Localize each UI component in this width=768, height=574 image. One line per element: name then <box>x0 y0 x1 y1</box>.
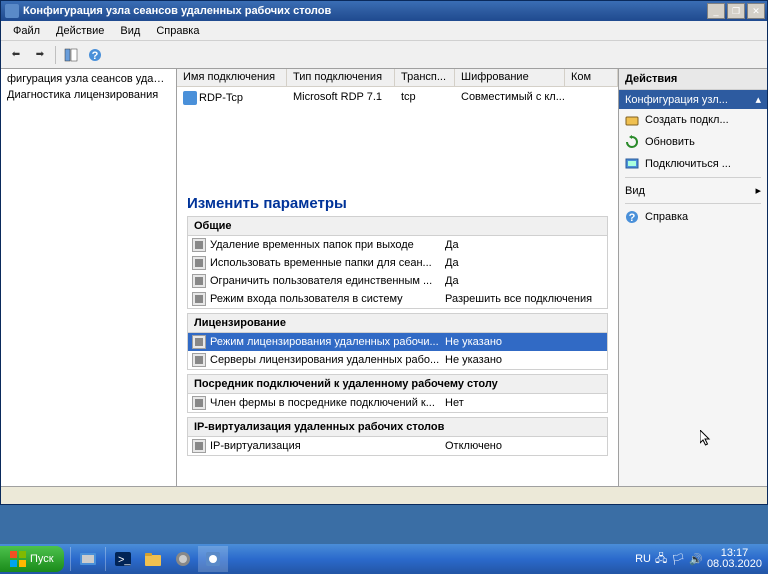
setting-icon <box>192 274 206 288</box>
section-licensing: Лицензирование Режим лицензирования удал… <box>187 313 608 370</box>
setting-ip-virtualization[interactable]: IP-виртуализацияОтключено <box>188 437 607 455</box>
section-general-header: Общие <box>188 217 607 236</box>
svg-text:?: ? <box>92 50 99 62</box>
action-view[interactable]: Вид▸ <box>619 180 767 201</box>
minimize-button[interactable]: _ <box>707 3 725 19</box>
conn-encryption: Совместимый с кл... <box>455 89 618 107</box>
desktop[interactable] <box>0 505 768 544</box>
connection-icon <box>183 91 197 105</box>
menu-view[interactable]: Вид <box>112 23 148 39</box>
menu-help[interactable]: Справка <box>148 23 207 39</box>
tree-item-licensing[interactable]: Диагностика лицензирования <box>3 87 174 103</box>
refresh-icon <box>625 135 639 149</box>
help-icon: ? <box>625 210 639 224</box>
setting-restrict-user[interactable]: Ограничить пользователя единственным ...… <box>188 272 607 290</box>
section-broker-header: Посредник подключений к удаленному рабоч… <box>188 375 607 394</box>
setting-icon <box>192 396 206 410</box>
show-hide-button[interactable] <box>60 44 82 66</box>
svg-text:>_: >_ <box>118 554 131 566</box>
language-indicator[interactable]: RU <box>635 553 651 565</box>
col-type[interactable]: Тип подключения <box>287 69 395 86</box>
tree-pane: фигурация узла сеансов удаленны Диагност… <box>1 69 177 504</box>
maximize-button[interactable]: ❐ <box>727 3 745 19</box>
section-broker: Посредник подключений к удаленному рабоч… <box>187 374 608 413</box>
windows-logo-icon <box>10 551 26 567</box>
menu-file[interactable]: Файл <box>5 23 48 39</box>
col-encryption[interactable]: Шифрование <box>455 69 565 86</box>
conn-type: Microsoft RDP 7.1 <box>287 89 395 107</box>
setting-farm-member[interactable]: Член фермы в посреднике подключений к...… <box>188 394 607 412</box>
svg-text:?: ? <box>629 212 636 224</box>
actions-context[interactable]: Конфигурация узл...▴ <box>619 90 767 109</box>
statusbar <box>1 486 767 504</box>
action-refresh[interactable]: Обновить <box>619 131 767 153</box>
connections-header: Имя подключения Тип подключения Трансп..… <box>177 69 618 87</box>
setting-icon <box>192 292 206 306</box>
section-ipvirt-header: IP-виртуализация удаленных рабочих столо… <box>188 418 607 437</box>
create-connection-icon <box>625 113 639 127</box>
taskbar: Пуск >_ RU 🖧 🏳 🔊 13:17 08.03.2020 <box>0 544 768 574</box>
task-server-manager[interactable] <box>73 546 103 572</box>
window-title: Конфигурация узла сеансов удаленных рабо… <box>23 5 707 17</box>
tray-icon-3[interactable]: 🔊 <box>689 553 703 566</box>
clock[interactable]: 13:17 08.03.2020 <box>707 548 762 570</box>
conn-transport: tcp <box>395 89 455 107</box>
actions-pane: Действия Конфигурация узл...▴ Создать по… <box>619 69 767 504</box>
connection-row[interactable]: RDP-Tcp Microsoft RDP 7.1 tcp Совместимы… <box>177 87 618 109</box>
action-help[interactable]: ?Справка <box>619 206 767 228</box>
actions-header: Действия <box>619 69 767 90</box>
tray-icon-2[interactable]: 🏳 <box>671 553 685 566</box>
task-powershell[interactable]: >_ <box>108 546 138 572</box>
section-ipvirt: IP-виртуализация удаленных рабочих столо… <box>187 417 608 456</box>
back-button[interactable]: ⬅ <box>5 44 27 66</box>
setting-icon <box>192 335 206 349</box>
center-pane: Имя подключения Тип подключения Трансп..… <box>177 69 619 504</box>
section-general: Общие Удаление временных папок при выход… <box>187 216 608 309</box>
col-com[interactable]: Ком <box>565 69 618 86</box>
settings-area: Изменить параметры Общие Удаление времен… <box>177 189 618 504</box>
col-name[interactable]: Имя подключения <box>177 69 287 86</box>
system-tray: RU 🖧 🏳 🔊 13:17 08.03.2020 <box>635 548 768 570</box>
menubar: Файл Действие Вид Справка <box>1 21 767 41</box>
action-create-connection[interactable]: Создать подкл... <box>619 109 767 131</box>
setting-temp-delete[interactable]: Удаление временных папок при выходеДа <box>188 236 607 254</box>
main-window: Конфигурация узла сеансов удаленных рабо… <box>0 0 768 505</box>
setting-temp-use[interactable]: Использовать временные папки для сеан...… <box>188 254 607 272</box>
chevron-right-icon: ▸ <box>755 184 761 197</box>
setting-icon <box>192 238 206 252</box>
forward-button[interactable]: ➡ <box>29 44 51 66</box>
main-area: фигурация узла сеансов удаленны Диагност… <box>1 69 767 504</box>
task-rds-config[interactable] <box>198 546 228 572</box>
action-connect[interactable]: Подключиться ... <box>619 153 767 175</box>
col-transport[interactable]: Трансп... <box>395 69 455 86</box>
settings-title: Изменить параметры <box>187 195 608 212</box>
tray-icon-1[interactable]: 🖧 <box>655 550 667 569</box>
section-licensing-header: Лицензирование <box>188 314 607 333</box>
setting-icon <box>192 256 206 270</box>
toolbar: ⬅ ➡ ? <box>1 41 767 69</box>
conn-name: RDP-Tcp <box>199 92 243 104</box>
task-app1[interactable] <box>168 546 198 572</box>
close-button[interactable]: ✕ <box>747 3 765 19</box>
tree-item-config[interactable]: фигурация узла сеансов удаленны <box>3 71 174 87</box>
setting-licensing-mode[interactable]: Режим лицензирования удаленных рабочи...… <box>188 333 607 351</box>
setting-licensing-servers[interactable]: Серверы лицензирования удаленных рабо...… <box>188 351 607 369</box>
start-button[interactable]: Пуск <box>0 546 64 572</box>
task-explorer[interactable] <box>138 546 168 572</box>
app-icon <box>5 4 19 18</box>
setting-icon <box>192 439 206 453</box>
setting-icon <box>192 353 206 367</box>
menu-action[interactable]: Действие <box>48 23 112 39</box>
help-button[interactable]: ? <box>84 44 106 66</box>
titlebar[interactable]: Конфигурация узла сеансов удаленных рабо… <box>1 1 767 21</box>
connect-icon <box>625 157 639 171</box>
collapse-icon: ▴ <box>755 93 761 106</box>
setting-logon-mode[interactable]: Режим входа пользователя в системуРазреш… <box>188 290 607 308</box>
